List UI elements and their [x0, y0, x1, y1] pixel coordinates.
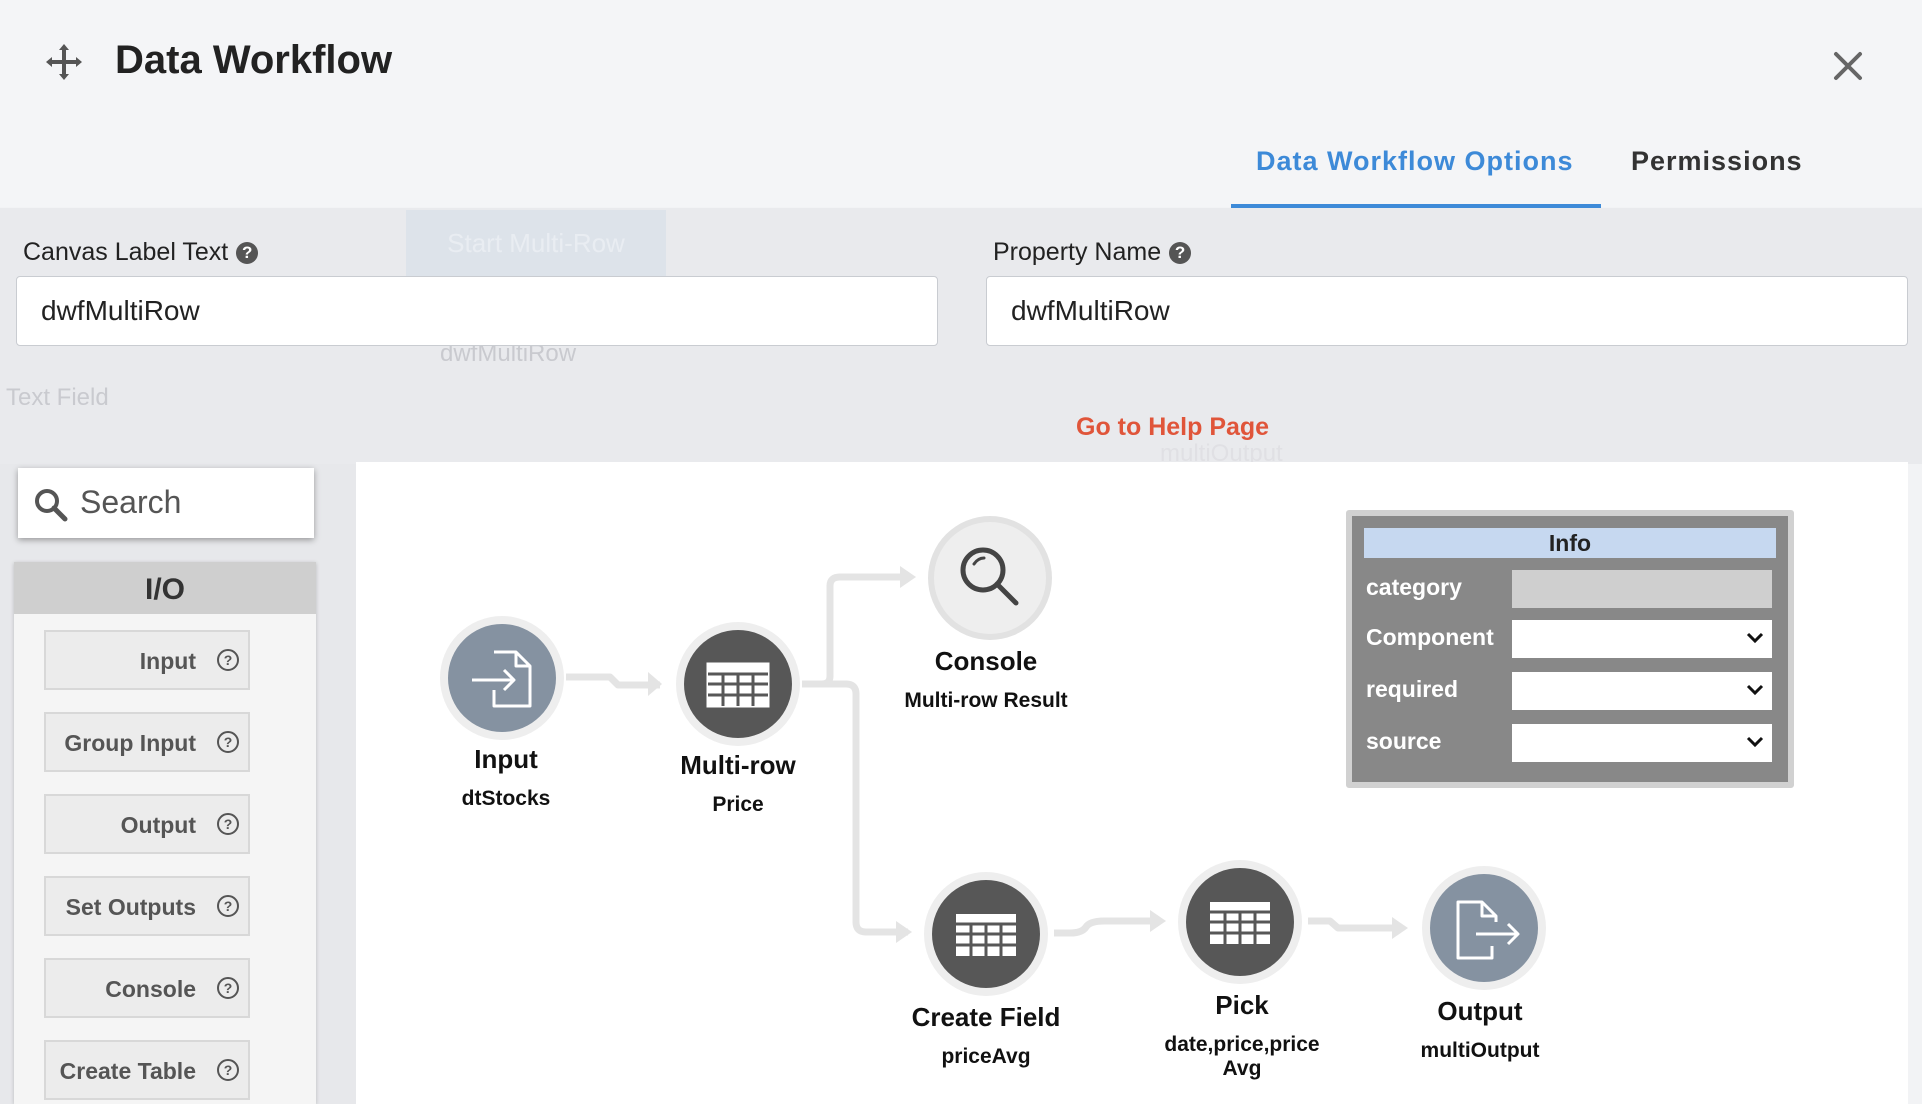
node-multi-row-label: Multi-row Price — [680, 750, 796, 816]
node-create-field-circle — [924, 872, 1048, 996]
info-title: Info — [1364, 528, 1776, 558]
node-console[interactable] — [926, 514, 1054, 642]
node-input[interactable] — [438, 614, 566, 742]
node-create-field[interactable] — [922, 870, 1050, 998]
node-input-label: Input dtStocks — [461, 744, 551, 810]
info-category-field — [1512, 570, 1772, 608]
node-multi-row-circle — [676, 622, 800, 746]
chevron-down-icon — [1746, 736, 1764, 748]
node-pick[interactable] — [1176, 858, 1304, 986]
node-output-circle — [1422, 866, 1546, 990]
info-label-required: required — [1366, 676, 1459, 702]
info-component-select[interactable] — [1512, 620, 1772, 658]
node-input-circle — [440, 616, 564, 740]
table-icon — [1210, 902, 1270, 944]
info-panel: Info category Component required source — [1346, 510, 1794, 788]
info-required-select[interactable] — [1512, 672, 1772, 710]
node-console-circle — [928, 516, 1052, 640]
node-output[interactable] — [1420, 864, 1548, 992]
info-label-category: category — [1366, 574, 1462, 600]
chevron-down-icon — [1746, 684, 1764, 696]
info-label-source: source — [1366, 728, 1442, 754]
chevron-down-icon — [1746, 632, 1764, 644]
node-multi-row[interactable] — [674, 620, 802, 748]
node-output-label: Output multiOutput — [1420, 996, 1540, 1062]
table-icon — [956, 914, 1016, 956]
info-source-select[interactable] — [1512, 724, 1772, 762]
table-icon — [706, 662, 770, 708]
node-pick-circle — [1178, 860, 1302, 984]
info-label-component: Component — [1366, 624, 1494, 650]
node-create-field-label: Create Field priceAvg — [911, 1002, 1061, 1068]
node-pick-label: Pick date,price,price Avg — [1164, 990, 1320, 1080]
node-console-label: Console Multi-row Result — [904, 646, 1068, 712]
